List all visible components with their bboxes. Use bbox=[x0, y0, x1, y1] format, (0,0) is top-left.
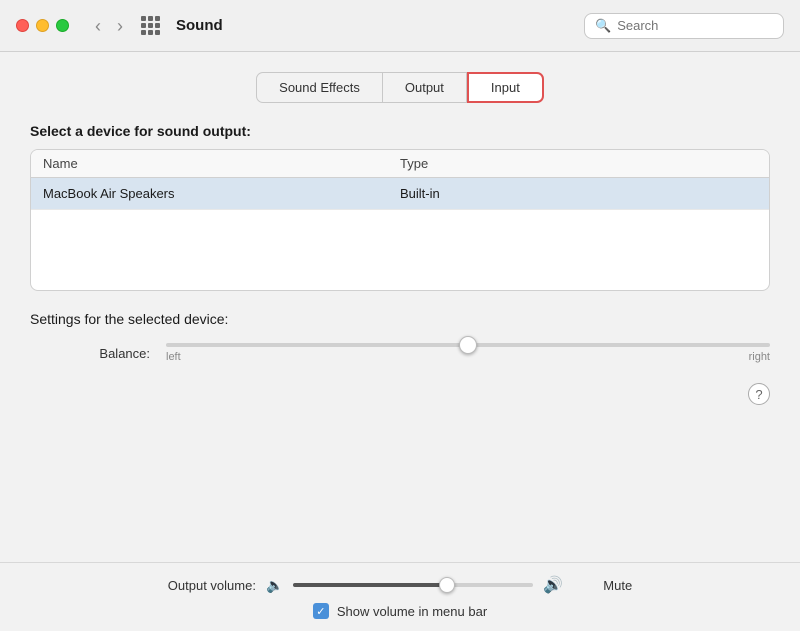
device-section-title: Select a device for sound output: bbox=[30, 123, 770, 139]
tab-output[interactable]: Output bbox=[383, 72, 467, 103]
tabs: Sound Effects Output Input bbox=[256, 72, 544, 103]
window-title: Sound bbox=[176, 17, 223, 34]
table-header: Name Type bbox=[31, 150, 769, 178]
help-button-container: ? bbox=[30, 383, 770, 405]
main-content: Sound Effects Output Input Select a devi… bbox=[0, 52, 800, 562]
balance-label: Balance: bbox=[70, 346, 150, 361]
volume-row: Output volume: 🔈 🔊 Mute bbox=[168, 575, 632, 595]
volume-label: Output volume: bbox=[168, 578, 256, 593]
show-volume-row: ✓ Show volume in menu bar bbox=[313, 603, 487, 619]
column-name-header: Name bbox=[43, 156, 400, 171]
balance-left-label: left bbox=[166, 351, 181, 363]
settings-section: Settings for the selected device: Balanc… bbox=[30, 311, 770, 405]
balance-slider-container: left right bbox=[166, 343, 770, 363]
help-button[interactable]: ? bbox=[748, 383, 770, 405]
close-button[interactable] bbox=[16, 19, 29, 32]
volume-low-icon: 🔈 bbox=[266, 577, 283, 594]
forward-button[interactable]: › bbox=[111, 15, 129, 37]
minimize-button[interactable] bbox=[36, 19, 49, 32]
device-table: Name Type MacBook Air Speakers Built-in bbox=[30, 149, 770, 291]
show-volume-checkbox[interactable]: ✓ bbox=[313, 603, 329, 619]
balance-right-label: right bbox=[749, 351, 770, 363]
search-input[interactable] bbox=[617, 18, 773, 33]
volume-slider[interactable] bbox=[293, 583, 533, 587]
traffic-lights bbox=[16, 19, 69, 32]
title-bar: ‹ › Sound 🔍 bbox=[0, 0, 800, 52]
table-row[interactable]: MacBook Air Speakers Built-in bbox=[31, 178, 769, 210]
search-icon: 🔍 bbox=[595, 18, 611, 34]
nav-buttons: ‹ › bbox=[89, 15, 129, 37]
balance-slider[interactable] bbox=[166, 343, 770, 347]
mute-label: Mute bbox=[603, 578, 632, 593]
settings-section-title: Settings for the selected device: bbox=[30, 311, 770, 327]
slider-labels: left right bbox=[166, 351, 770, 363]
back-button[interactable]: ‹ bbox=[89, 15, 107, 37]
column-type-header: Type bbox=[400, 156, 757, 171]
table-empty-space bbox=[31, 210, 769, 290]
tab-sound-effects[interactable]: Sound Effects bbox=[256, 72, 383, 103]
tab-input[interactable]: Input bbox=[467, 72, 544, 103]
search-bar[interactable]: 🔍 bbox=[584, 13, 784, 39]
bottom-bar: Output volume: 🔈 🔊 Mute ✓ Show volume in… bbox=[0, 562, 800, 631]
app-grid-icon[interactable] bbox=[141, 16, 160, 35]
device-type: Built-in bbox=[400, 186, 757, 201]
balance-row: Balance: left right bbox=[30, 343, 770, 363]
show-volume-label: Show volume in menu bar bbox=[337, 604, 487, 619]
volume-high-icon: 🔊 bbox=[543, 575, 563, 595]
maximize-button[interactable] bbox=[56, 19, 69, 32]
device-name: MacBook Air Speakers bbox=[43, 186, 400, 201]
panel: Select a device for sound output: Name T… bbox=[30, 123, 770, 405]
